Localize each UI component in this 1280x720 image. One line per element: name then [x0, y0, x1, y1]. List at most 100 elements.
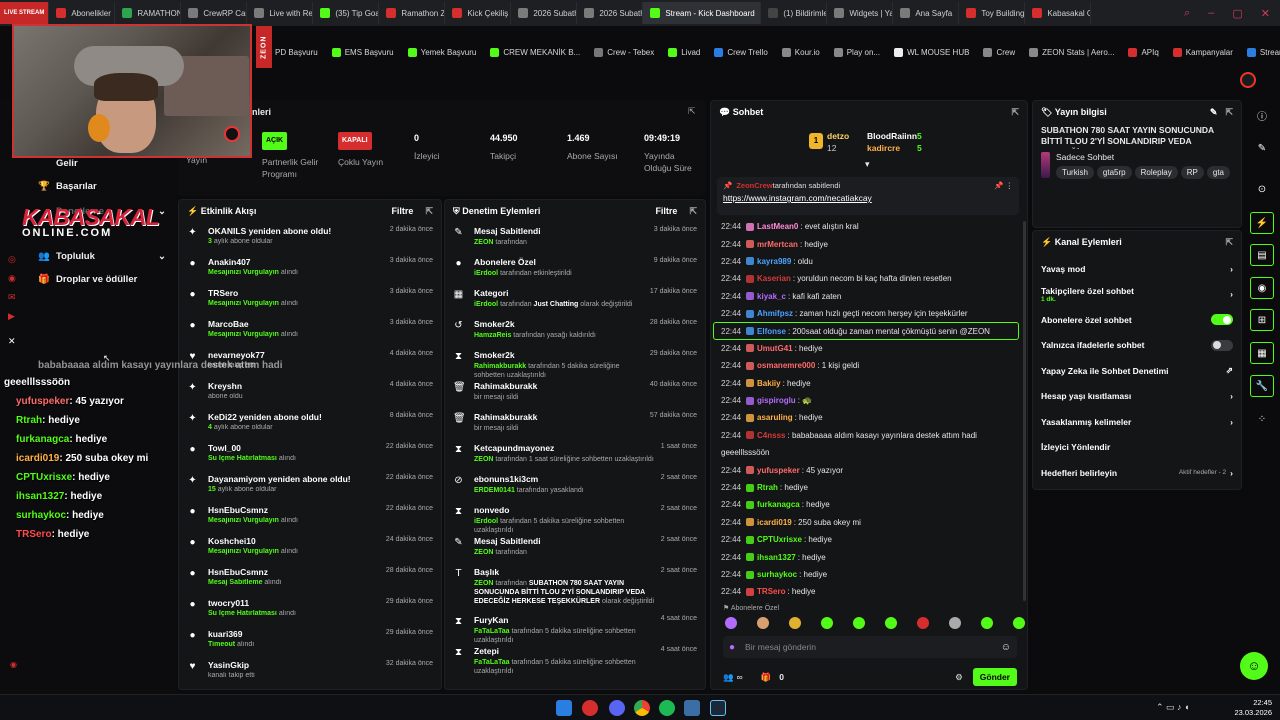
bookmark-item[interactable]: Kampanyalar	[1172, 47, 1233, 57]
chat-message[interactable]: 22:44 kiyak_c: kafi kafi zaten	[711, 288, 1021, 305]
chat-message[interactable]: 22:44 ihsan1327: hediye	[711, 548, 1021, 565]
bookmark-item[interactable]: CREW MEKANİK B...	[490, 47, 580, 57]
browser-tab[interactable]: Toy Building S	[959, 2, 1026, 24]
chat-username[interactable]: icardi019	[757, 518, 792, 527]
chat-username[interactable]: C4nsss	[757, 431, 785, 440]
chat-username[interactable]: Bakiiy	[757, 379, 781, 388]
moderation-row[interactable]: ⊘ ebonuns1ki3cm ERDEM0141 tarafından yasak…	[445, 470, 705, 501]
chat-message[interactable]: 22:44 surhaykoc: hediye	[711, 566, 1021, 583]
activity-row[interactable]: ● HsnEbuCsmnz Mesaj Sabitleme alındı 28 dak…	[179, 563, 441, 594]
instagram-icon[interactable]: ◉	[8, 269, 16, 288]
activity-row[interactable]: ♥ YasinGkip kanalı takip etti 32 dakika önc…	[179, 656, 441, 687]
channel-action-item[interactable]: İzleyici Yönlendir	[1033, 435, 1241, 461]
emote-icon[interactable]	[981, 617, 993, 629]
kick-icon[interactable]: ◎	[8, 250, 16, 269]
moderation-row[interactable]: ⧗ nonvedo iErdool tarafından 5 dakika süre…	[445, 501, 705, 534]
users-icon[interactable]: 👥	[723, 672, 734, 683]
chat-username[interactable]: LastMean0	[757, 222, 798, 231]
emote-icon[interactable]	[917, 617, 929, 629]
activity-row[interactable]: ● MarcoBae Mesajınızı Vurgulayın alındı 3 d…	[179, 315, 441, 346]
moderation-row[interactable]: ⧗ Ketcapundmayonez ZEON tarafından 1 saat …	[445, 439, 705, 470]
lightning-icon[interactable]: ⚡	[1250, 212, 1274, 234]
filter-button[interactable]: Filtre	[655, 206, 677, 216]
browser-tab[interactable]: 2026 Subathon	[577, 2, 644, 24]
chat-message[interactable]: 22:44 kayra989: oldu	[711, 253, 1021, 270]
activity-row[interactable]: ● Anakin407 Mesajınızı Vurgulayın alındı 3 …	[179, 253, 441, 284]
browser-tab[interactable]: RAMATHON	[115, 2, 182, 24]
mail-icon[interactable]: ✉	[8, 288, 16, 307]
popout-icon[interactable]: ⇱	[1225, 107, 1233, 117]
spotify-icon[interactable]	[659, 700, 675, 716]
chat-username[interactable]: mrMertcan	[757, 240, 798, 249]
chat-message[interactable]: 22:44 C4nsss: bababaaaa aldım kasayı yayı…	[711, 427, 1021, 444]
maximize-icon[interactable]: ▢	[1232, 7, 1242, 20]
browser-tab[interactable]: (35) Tip Goal	[313, 2, 380, 24]
target-icon[interactable]: ⊙	[1250, 178, 1274, 200]
moderation-row[interactable]: ↺ Smoker2k HamzaReis tarafından yasağı kal…	[445, 315, 705, 346]
kick-app-icon[interactable]	[582, 700, 598, 716]
popout-icon[interactable]: ⇱	[1225, 237, 1233, 248]
channel-action-item[interactable]: Yalnızca ifadelerle sohbet	[1033, 333, 1241, 359]
bookmark-item[interactable]: ZEON Stats | Aero...	[1029, 47, 1114, 57]
chat-username[interactable]: kayra989	[757, 257, 791, 266]
chat-message[interactable]: 22:44 icardi019: 250 suba okey mi	[711, 514, 1021, 531]
stream-tag[interactable]: RP	[1180, 166, 1204, 179]
clock[interactable]: 22:45 23.03.2026	[1226, 698, 1272, 718]
table-icon[interactable]: ▦	[1250, 342, 1274, 364]
emote-icon[interactable]	[885, 617, 897, 629]
emoji-icon[interactable]: ☺	[1001, 642, 1011, 653]
mic-icon[interactable]: ●	[729, 642, 735, 653]
chat-message[interactable]: 22:44 yufuspeker: 45 yazıyor	[711, 461, 1021, 478]
activity-row[interactable]: ● TRSero Mesajınızı Vurgulayın alındı 3 dak…	[179, 284, 441, 315]
start-icon[interactable]	[556, 700, 572, 716]
popout-icon[interactable]: ⇱	[425, 206, 433, 216]
chat-username[interactable]: UmutG41	[757, 344, 793, 353]
bookmark-item[interactable]: Crew Trello	[714, 47, 768, 57]
chat-message[interactable]: 22:44 Ahmifpsz: zaman hızlı geçti necom h…	[711, 305, 1021, 322]
pinned-link[interactable]: https://www.instagram.com/necatiakcay	[723, 193, 1013, 203]
bookmark-item[interactable]: Kour.io	[781, 47, 820, 57]
chevron-right-icon[interactable]: ›	[1230, 264, 1233, 274]
moderation-row[interactable]: ✎ Mesaj Sabitlendi ZEON tarafından 2 saat ö…	[445, 532, 705, 563]
chat-message[interactable]: 22:44 Elfonse: 200saat olduğu zaman menta…	[713, 322, 1019, 340]
channel-action-item[interactable]: Abonelere özel sohbet	[1033, 307, 1241, 333]
channel-action-item[interactable]: Yavaş mod ›	[1033, 256, 1241, 282]
edit-icon[interactable]: ✎	[1210, 107, 1218, 117]
search-icon[interactable]: ⌕	[1184, 7, 1190, 20]
chat-message[interactable]: 22:44 TRSero: hediye	[711, 583, 1021, 600]
channel-action-item[interactable]: Takipçilere özel sohbet 1 dk. ›	[1033, 282, 1241, 308]
browser-tab[interactable]: Widgets | Yay	[827, 2, 894, 24]
close-icon[interactable]: ✕	[1261, 7, 1270, 20]
chat-message[interactable]: 22:44 Rtrah: hediye	[711, 479, 1021, 496]
chevron-down-icon[interactable]: ⌄	[158, 206, 166, 217]
emote-icon[interactable]	[949, 617, 961, 629]
chat-message[interactable]: 22:44 UmutG41: hediye	[711, 340, 1021, 357]
moderation-row[interactable]: ⧗ FuryKan FaTaLaTaa tarafından 5 dakika sü…	[445, 611, 705, 644]
emote-icon[interactable]	[757, 617, 769, 629]
layout-icon[interactable]: ⊞	[1250, 309, 1274, 331]
external-link-icon[interactable]: ⇗	[1226, 365, 1233, 376]
chevron-right-icon[interactable]: ›	[1230, 391, 1233, 401]
chevron-down-icon[interactable]: ⌄	[158, 251, 166, 262]
x-icon[interactable]: ✕	[8, 332, 16, 351]
info-icon[interactable]: ⓘ	[1250, 104, 1274, 126]
bookmark-item[interactable]: Livad	[668, 47, 700, 57]
chat-message[interactable]: 22:44 Kaserian: yoruldun necom bi kaç haf…	[711, 270, 1021, 287]
chat-username[interactable]: asaruling	[757, 413, 793, 422]
wrench-icon[interactable]: 🔧	[1250, 375, 1274, 397]
emote-icon[interactable]	[1013, 617, 1025, 629]
channel-action-item[interactable]: Yasaklanmış kelimeler ›	[1033, 409, 1241, 435]
sidebar-item-basarilar[interactable]: 🏆 Başarılar	[0, 175, 178, 197]
stream-tag[interactable]: Roleplay	[1134, 166, 1178, 179]
chat-icon[interactable]: ◉	[1250, 277, 1274, 299]
support-chat-button[interactable]: ☺	[1240, 652, 1268, 680]
emote-icon[interactable]	[725, 617, 737, 629]
moderation-row[interactable]: ● Abonelere Özel iErdool tarafından etkinl…	[445, 253, 705, 284]
mute-icon[interactable]: ◉	[10, 660, 17, 669]
moderation-row[interactable]: T Başlık ZEON tarafından SUBATHON 780 SAAT…	[445, 563, 705, 611]
chat-username[interactable]: Ahmifpsz	[757, 309, 793, 318]
chat-message[interactable]: 22:44 mrMertcan: hediye	[711, 235, 1021, 252]
chevron-right-icon[interactable]: ›	[1230, 468, 1233, 478]
emote-icon[interactable]	[789, 617, 801, 629]
activity-row[interactable]: ✦ OKANILS yeniden abone oldu! 3 aylık abon…	[179, 222, 441, 253]
